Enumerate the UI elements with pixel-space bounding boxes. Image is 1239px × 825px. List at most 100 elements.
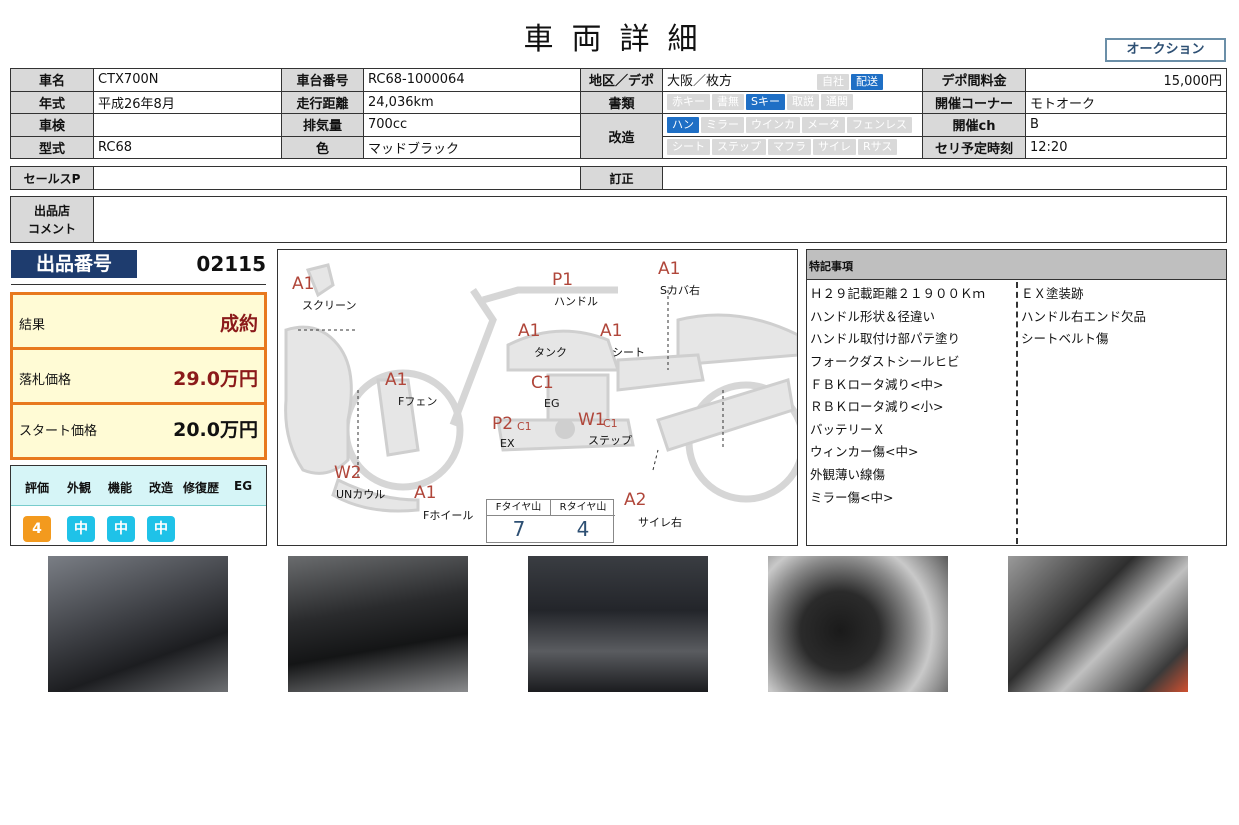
color-label: 色	[281, 135, 364, 159]
salespoint-label: セールスP	[10, 166, 94, 190]
mods-label: 改造	[580, 113, 663, 159]
mods-option: シート	[667, 139, 710, 156]
eval-exterior-badge: 中	[67, 516, 95, 542]
code-ex: P2	[492, 414, 514, 434]
note-item: ＥＸ塗装跡	[1021, 286, 1084, 301]
code-screen: A1	[292, 274, 315, 294]
code-uncowl: W2	[334, 463, 362, 483]
vehicle-photo[interactable]	[1008, 556, 1188, 692]
eval-function-badge: 中	[107, 516, 135, 542]
lot-number: 02115	[196, 252, 266, 276]
code-step-sub: C1	[603, 417, 618, 430]
bid-row: 落札価格 29.0万円	[13, 350, 264, 405]
docs-label: 書類	[580, 90, 663, 114]
model-value: RC68	[93, 135, 282, 159]
mods-option: マフラ	[768, 139, 811, 156]
code-handle: P1	[552, 270, 574, 290]
mods-option: メータ	[802, 116, 845, 133]
depo-fee-label: デポ間料金	[922, 68, 1026, 92]
notes-divider	[1016, 282, 1018, 544]
name-value: CTX700N	[93, 68, 282, 92]
bid-value: 29.0万円	[173, 368, 258, 390]
mods-option: ミラー	[701, 116, 744, 133]
code-step: W1	[578, 410, 606, 430]
mods-option: Rサス	[858, 139, 898, 156]
spec-table: 車名 CTX700N 車台番号 RC68-1000064 地区／デポ 大阪／枚方…	[10, 68, 1227, 159]
name-label: 車名	[10, 68, 94, 92]
area-value: 大阪／枚方	[667, 73, 733, 89]
ch-label: 開催ch	[922, 113, 1026, 137]
mods-option: サイレ	[813, 139, 856, 156]
start-row: スタート価格 20.0万円	[13, 405, 264, 460]
code-silencer: A2	[624, 490, 647, 510]
notes-panel: 特記事項 Ｈ２９記載距離２１９００Ｋｍ ハンドル形状＆径違い ハンドル取付け部パ…	[806, 249, 1227, 546]
label-scover: Sカバ右	[660, 284, 700, 297]
result-row: 結果 成約	[13, 295, 264, 350]
start-label: スタート価格	[19, 424, 98, 439]
vehicle-photo[interactable]	[48, 556, 228, 692]
color-value: マッドブラック	[363, 135, 581, 159]
salespoint-table: セールスP 訂正	[10, 166, 1227, 190]
comment-label: 出品店 コメント	[10, 196, 94, 243]
model-label: 型式	[10, 135, 94, 159]
eval-header-repair: 修復歴	[183, 481, 220, 495]
vehicle-photo[interactable]	[528, 556, 708, 692]
mods-chips-row1: ハン ミラー ウインカ メータ フェンレス	[662, 113, 923, 137]
vehicle-photo[interactable]	[288, 556, 468, 692]
area-cell: 大阪／枚方 自社 配送	[662, 68, 923, 92]
year-value: 平成26年8月	[93, 90, 282, 114]
correction-value	[662, 166, 1227, 190]
code-tank: A1	[518, 321, 541, 341]
docs-option: 書無	[712, 94, 744, 111]
mods-option: ウインカ	[746, 116, 800, 133]
depo-fee-value: 15,000円	[1025, 68, 1227, 92]
code-eg: C1	[531, 373, 554, 393]
bid-label: 落札価格	[19, 373, 72, 388]
eval-mods-badge: 中	[147, 516, 175, 542]
front-tire-value: 7	[512, 517, 526, 541]
label-fwheel: Fホイール	[423, 509, 474, 522]
note-item: ハンドル形状＆径違い	[810, 309, 936, 324]
label-ffender: Fフェン	[398, 395, 438, 408]
comment-table: 出品店 コメント	[10, 196, 1227, 243]
corner-value: モトオーク	[1025, 90, 1227, 114]
label-eg: EG	[544, 397, 560, 410]
auction-button[interactable]: オークション	[1105, 38, 1226, 62]
docs-option: 通関	[820, 94, 853, 111]
lot-number-label: 出品番号	[11, 250, 137, 278]
corner-label: 開催コーナー	[922, 90, 1026, 114]
eval-header-function: 機能	[108, 481, 133, 495]
inspection-label: 車検	[10, 113, 94, 137]
note-item: ハンドル取付け部パテ塗り	[810, 331, 961, 346]
frame-label: 車台番号	[281, 68, 364, 92]
start-value: 20.0万円	[173, 419, 258, 441]
docs-option: 取説	[786, 94, 819, 111]
label-tank: タンク	[534, 346, 567, 359]
mods-option: ステップ	[712, 139, 766, 156]
evaluation-header: 評価 外観 機能 改造 修復歴 EG	[11, 466, 266, 506]
year-label: 年式	[10, 90, 94, 114]
divider	[11, 284, 266, 285]
mods-option: フェンレス	[847, 116, 912, 133]
code-scover: A1	[658, 259, 681, 279]
inspection-value	[93, 113, 282, 137]
code-ffender: A1	[385, 370, 408, 390]
mods-chips-row2: シート ステップ マフラ サイレ Rサス	[662, 135, 923, 159]
page-title: 車両詳細	[523, 22, 716, 57]
comment-label-line2: コメント	[27, 221, 76, 236]
code-ex-sub: C1	[517, 420, 532, 433]
note-item: ＲＢＫロータ減り<小>	[810, 399, 944, 414]
mods-option-selected: ハン	[667, 116, 699, 133]
code-seat: A1	[600, 321, 623, 341]
label-handle: ハンドル	[554, 295, 598, 308]
comment-label-line1: 出品店	[33, 203, 70, 218]
docs-chips: 赤キー 書無 Sキー 取説 通関	[662, 90, 923, 114]
label-seat: シート	[612, 346, 645, 359]
label-ex: EX	[500, 437, 515, 450]
note-item: ＦＢＫロータ減り<中>	[810, 377, 944, 392]
vehicle-photo[interactable]	[768, 556, 948, 692]
rear-tire-value: 4	[576, 517, 590, 541]
comment-value	[93, 196, 1227, 243]
note-item: シートベルト傷	[1021, 331, 1109, 346]
displacement-value: 700cc	[363, 113, 581, 137]
